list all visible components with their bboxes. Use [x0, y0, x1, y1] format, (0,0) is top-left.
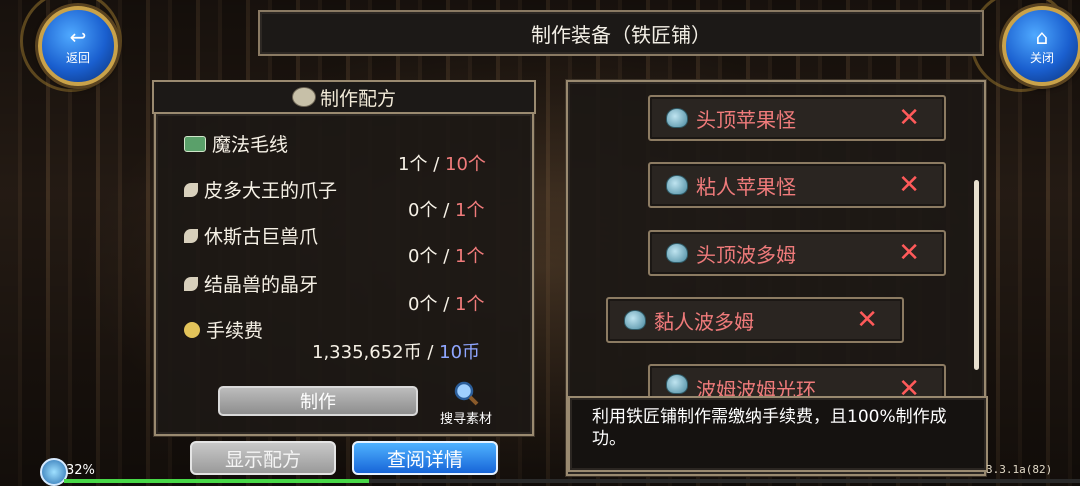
monster-icon: [624, 310, 646, 330]
yarn-icon: [184, 135, 206, 152]
page-title: 制作装备（铁匠铺）: [258, 10, 984, 56]
material-name: 结晶兽的晶牙: [184, 270, 318, 297]
material-name: 皮多大王的爪子: [184, 176, 337, 203]
claw-icon: [184, 182, 198, 197]
material-quantity: 1个 / 10个: [398, 154, 486, 175]
monster-icon: [666, 243, 688, 263]
coins-icon: [184, 321, 200, 338]
material-quantity: 0个 / 1个: [408, 200, 485, 221]
magnifier-icon: [454, 381, 479, 406]
source-item[interactable]: 头顶波多姆 ✕: [648, 230, 946, 276]
recipe-header: 制作配方: [152, 80, 536, 114]
material-name: 休斯古巨兽爪: [184, 222, 318, 249]
search-materials-button[interactable]: 搜寻素材: [434, 380, 498, 430]
material-name: 魔法毛线: [184, 130, 288, 157]
view-details-button[interactable]: 查阅详情: [352, 441, 498, 475]
info-text: 利用铁匠铺制作需缴纳手续费，且100%制作成功。: [592, 407, 947, 449]
version-label: 3.3.1a(82): [986, 463, 1053, 476]
close-icon: ✕: [898, 103, 920, 133]
craft-button[interactable]: 制作: [218, 386, 418, 416]
close-icon: ✕: [898, 170, 920, 200]
status-percent: 32%: [66, 463, 95, 478]
back-button[interactable]: ↩ 返回: [38, 6, 118, 86]
fee-quantity: 1,335,652币 / 10币: [312, 342, 481, 363]
source-item[interactable]: 黏人波多姆 ✕: [606, 297, 904, 343]
close-icon: ✕: [898, 238, 920, 268]
monster-icon: [666, 175, 688, 195]
material-quantity: 0个 / 1个: [408, 294, 485, 315]
monster-icon: [666, 108, 688, 128]
claw-icon: [184, 228, 198, 243]
show-recipe-button[interactable]: 显示配方: [190, 441, 336, 475]
scrollbar[interactable]: [974, 180, 979, 370]
back-button-label: 返回: [65, 50, 90, 65]
info-box: 利用铁匠铺制作需缴纳手续费，且100%制作成功。: [568, 396, 988, 472]
fee-name: 手续费: [184, 316, 263, 343]
exp-bar-fill: [64, 479, 369, 483]
recipe-book-icon: [291, 87, 316, 107]
close-button-label: 关闭: [1029, 50, 1054, 65]
recipe-title: 制作配方: [319, 87, 396, 110]
search-materials-label: 搜寻素材: [439, 412, 492, 427]
claw-icon: [184, 276, 198, 291]
monster-icon: [666, 374, 688, 394]
back-arrow-icon: ↩: [69, 24, 87, 49]
close-icon: ✕: [856, 305, 878, 335]
close-button[interactable]: ⌂ 关闭: [1002, 6, 1080, 86]
material-quantity: 0个 / 1个: [408, 246, 485, 267]
source-item[interactable]: 粘人苹果怪 ✕: [648, 162, 946, 208]
home-icon: ⌂: [1035, 24, 1049, 49]
exp-bar: [64, 479, 1080, 483]
source-item[interactable]: 头顶苹果怪 ✕: [648, 95, 946, 141]
